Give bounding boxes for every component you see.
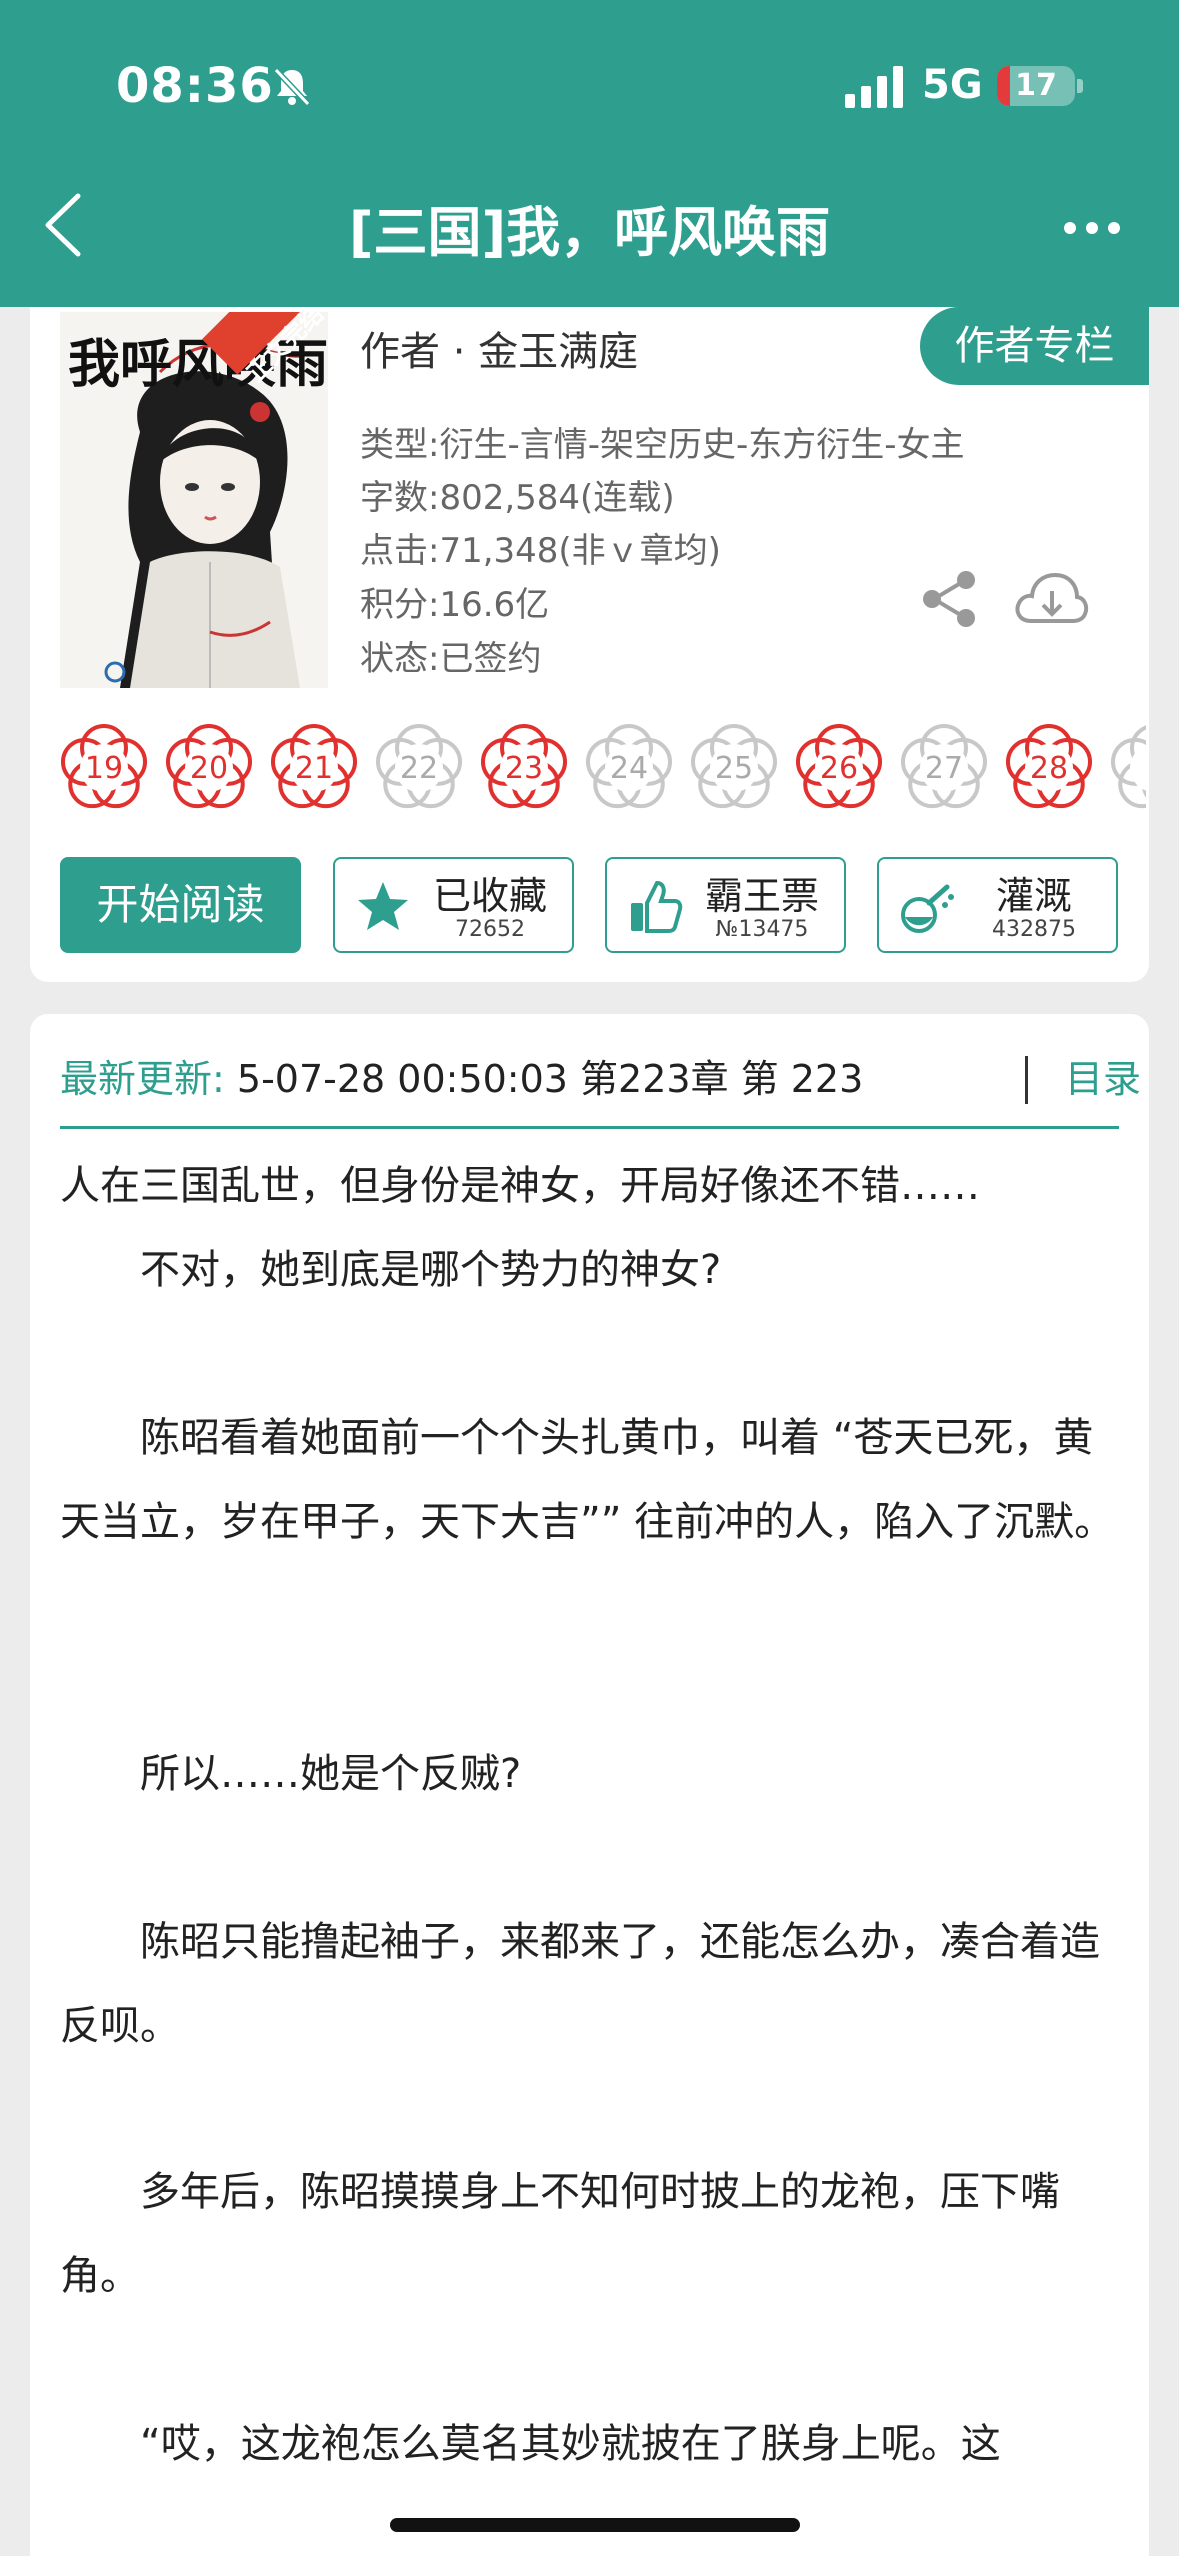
share-icon[interactable] (920, 569, 980, 629)
vote-count: №13475 (715, 917, 809, 942)
collect-count: 72652 (455, 917, 525, 942)
flower-rating-icon: 19 (60, 724, 148, 809)
synopsis-paragraph: 陈昭只能撸起袖子，来都来了，还能怎么办，凑合着造反呗。 (60, 1919, 1100, 2049)
collect-button[interactable]: 已收藏 72652 (333, 857, 574, 953)
page-title: [三国]我，呼风唤雨 (348, 201, 831, 264)
flower-number: 25 (715, 751, 753, 786)
latest-update-row[interactable]: 最新更新: 5-07-28 00:50:03 第223章 第 223 目录 (60, 1044, 1141, 1114)
watering-flask-icon (901, 884, 954, 933)
synopsis-paragraph: 陈昭看着她面前一个个头扎黄巾，叫着 “苍天已死，黄天当立，岁在甲子，天下大吉””… (60, 1415, 1115, 1545)
flower-rating-icon: 26 (795, 724, 883, 809)
cover-illustration: 我呼风唤雨 正文完结 (60, 312, 328, 688)
book-genre: 类型:衍生-言情-架空历史-东方衍生-女主 (360, 425, 965, 465)
start-reading-button[interactable]: 开始阅读 (60, 857, 301, 953)
synopsis-paragraph: 多年后，陈昭摸摸身上不知何时披上的龙袍，压下嘴角。 (60, 2169, 1060, 2299)
flower-number: 20 (190, 751, 228, 786)
author-name[interactable]: 作者 · 金玉满庭 (360, 319, 638, 377)
app-header: 08:36 5G 17 [三国]我，呼风唤雨 (0, 0, 1179, 307)
author-column-button[interactable]: 作者专栏 (920, 307, 1149, 385)
flower-rating-icon: 23 (480, 724, 568, 809)
synopsis-paragraph: “哎，这龙袍怎么莫名其妙就披在了朕身上呢。这 (60, 2421, 1001, 2467)
table-of-contents-link[interactable]: 目录 (1065, 1044, 1141, 1114)
flower-rating-icon: 25 (690, 724, 778, 809)
signal-icon (845, 66, 903, 108)
battery-level: 17 (1015, 68, 1057, 103)
thumbs-up-icon (631, 880, 683, 933)
latest-update-text: 5-07-28 00:50:03 第223章 第 223 (236, 1057, 864, 1101)
flower-rating-icon: 27 (900, 724, 988, 809)
book-word-count: 字数:802,584(连载) (360, 478, 675, 518)
flower-number: 27 (925, 751, 963, 786)
flower-number: 28 (1030, 751, 1068, 786)
flower-rating-icon (1110, 725, 1146, 809)
synopsis-paragraph: 不对，她到底是哪个势力的神女? (60, 1247, 722, 1293)
book-cover[interactable]: 我呼风唤雨 正文完结 (60, 312, 328, 688)
collect-label: 已收藏 (432, 874, 547, 918)
battery-icon: 17 (997, 66, 1075, 106)
irrigate-count: 432875 (992, 917, 1076, 942)
irrigate-label: 灌溉 (995, 874, 1072, 918)
flower-rating-row: 19 20 21 22 23 24 25 26 27 28 (58, 722, 1146, 822)
flower-rating-icon: 20 (165, 724, 253, 809)
flower-number: 24 (610, 751, 648, 786)
bell-muted-icon (273, 67, 311, 107)
book-score: 积分:16.6亿 (360, 585, 550, 625)
flower-number: 19 (85, 751, 123, 786)
flower-rating-icon: 21 (270, 724, 358, 809)
synopsis-card: 最新更新: 5-07-28 00:50:03 第223章 第 223 目录 人在… (30, 1014, 1149, 2556)
more-icon[interactable] (1062, 213, 1122, 243)
download-icon[interactable] (1013, 569, 1089, 629)
flower-rating-icon: 22 (375, 724, 463, 809)
vote-label: 霸王票 (704, 874, 819, 918)
flower-number: 26 (820, 751, 858, 786)
update-divider (60, 1126, 1119, 1129)
battery-tip (1077, 79, 1083, 93)
network-type: 5G (922, 62, 983, 108)
synopsis-paragraph: 所以……她是个反贼? (60, 1751, 522, 1797)
flower-number: 23 (505, 751, 543, 786)
irrigate-button[interactable]: 灌溉 432875 (877, 857, 1118, 953)
home-indicator[interactable] (390, 2518, 800, 2532)
flower-rating-icon: 28 (1005, 724, 1093, 809)
status-time: 08:36 (116, 58, 274, 114)
update-separator (1025, 1056, 1028, 1104)
vote-button[interactable]: 霸王票 №13475 (605, 857, 846, 953)
book-clicks: 点击:71,348(非ｖ章均) (360, 531, 721, 571)
latest-update-label: 最新更新: (60, 1057, 225, 1101)
flower-number: 21 (295, 751, 333, 786)
book-status: 状态:已签约 (360, 639, 542, 679)
synopsis-paragraph: 人在三国乱世，但身份是神女，开局好像还不错…… (60, 1163, 980, 1209)
book-info-card: 我呼风唤雨 正文完结 作者 · 金玉满庭 作者专栏 类型:衍生-言情-架空历史-… (30, 307, 1149, 982)
flower-number: 22 (400, 751, 438, 786)
flower-rating-icon: 24 (585, 724, 673, 809)
star-icon (358, 882, 408, 930)
